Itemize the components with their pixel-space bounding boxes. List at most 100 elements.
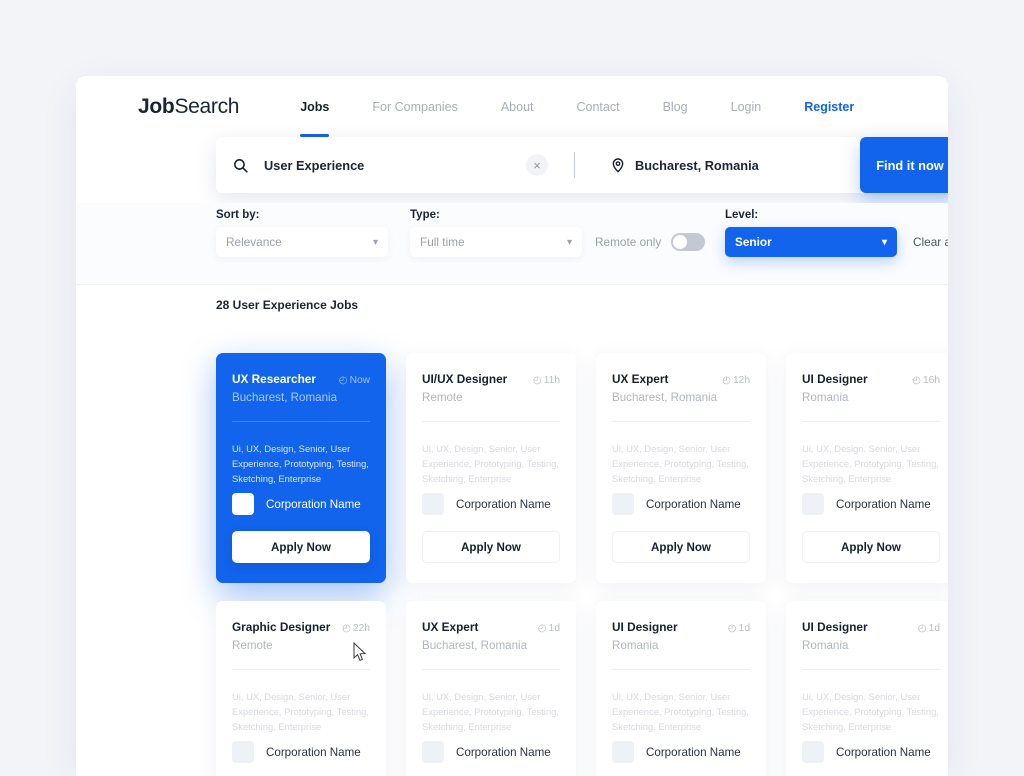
job-posted-value: 1d (738, 623, 750, 634)
job-card[interactable]: UX Researcher ◴ Now Bucharest, Romania Ui, U… (216, 353, 386, 583)
sort-by-select[interactable]: Relevance ▾ (216, 227, 388, 257)
job-card-divider (422, 421, 560, 422)
app-panel: JobSearch Jobs For Companies About Conta… (76, 76, 948, 776)
clock-icon: ◴ (912, 375, 921, 386)
level-label: Level: (725, 209, 759, 221)
apply-now-button[interactable]: Apply Now (422, 531, 560, 563)
company-logo-icon (422, 741, 444, 763)
level-value: Senior (735, 235, 772, 249)
job-tags: Ui, UX, Design, Senior, User Experience,… (422, 691, 559, 733)
keyword-input[interactable]: User Experience (264, 158, 364, 173)
clock-icon: ◴ (722, 375, 731, 386)
job-title: UI Designer (802, 372, 868, 386)
mouse-cursor (353, 642, 367, 662)
job-title: Graphic Designer (232, 620, 331, 634)
job-card-divider (802, 421, 940, 422)
type-select[interactable]: Full time ▾ (410, 227, 582, 257)
job-tags: Ui, UX, Design, Senior, User Experience,… (802, 443, 939, 485)
apply-now-button[interactable]: Apply Now (232, 531, 370, 563)
toggle-knob (673, 235, 688, 249)
nav-item-blog[interactable]: Blog (663, 76, 688, 137)
clear-all-button[interactable]: Clear all (913, 227, 948, 257)
company-name: Corporation Name (646, 497, 741, 511)
job-company: Corporation Name (802, 741, 931, 763)
type-label: Type: (410, 209, 440, 221)
job-posted-time: ◴ Now (339, 375, 370, 386)
site-header: JobSearch Jobs For Companies About Conta… (76, 76, 948, 137)
job-tags: Ui, UX, Design, Senior, User Experience,… (802, 691, 939, 733)
nav-item-contact[interactable]: Contact (577, 76, 620, 137)
job-tags: Ui, UX, Design, Senior, User Experience,… (422, 443, 559, 485)
job-company: Corporation Name (232, 741, 361, 763)
remote-only-toggle[interactable] (671, 233, 706, 251)
job-card[interactable]: UX Expert ◴ 1d Bucharest, Romania Ui, UX, De… (406, 601, 576, 776)
job-location: Bucharest, Romania (612, 391, 718, 404)
nav-item-login[interactable]: Login (731, 76, 762, 137)
job-posted-value: 1d (548, 623, 560, 634)
job-posted-time: ◴ 11h (533, 375, 560, 386)
clock-icon: ◴ (917, 623, 927, 634)
map-pin-icon (601, 157, 635, 173)
job-card-head: UI Designer ◴ 1d (802, 620, 940, 634)
chevron-down-icon: ▾ (881, 236, 887, 248)
job-card-head: UI Designer ◴ 16h (802, 372, 940, 386)
job-company: Corporation Name (232, 493, 361, 515)
job-posted-time: ◴ 1d (538, 623, 560, 634)
job-card-grid: UX Researcher ◴ Now Bucharest, Romania Ui, U… (216, 353, 948, 776)
find-it-now-button[interactable]: Find it now (860, 137, 948, 193)
company-logo-icon (232, 493, 254, 515)
location-field[interactable]: Bucharest, Romania (601, 137, 759, 193)
filter-band: Sort by: Relevance ▾ Type: Full time ▾ R… (76, 203, 948, 285)
company-name: Corporation Name (266, 745, 361, 759)
sort-by-value: Relevance (226, 235, 282, 249)
job-location: Remote (422, 391, 463, 404)
job-location: Bucharest, Romania (422, 639, 528, 652)
clock-icon: ◴ (342, 623, 351, 634)
job-card[interactable]: UI Designer ◴ 1d Romania Ui, UX, Design, Sen… (596, 601, 766, 776)
job-location: Romania (802, 391, 849, 404)
job-title: UX Researcher (232, 372, 316, 386)
brand-logo[interactable]: JobSearch (138, 95, 239, 119)
nav-item-jobs[interactable]: Jobs (300, 76, 330, 137)
nav-item-for-companies[interactable]: For Companies (372, 76, 457, 137)
job-posted-value: 11h (543, 375, 560, 386)
job-card[interactable]: UX Expert ◴ 12h Bucharest, Romania Ui, UX, D… (596, 353, 766, 583)
main-nav: Jobs For Companies About Contact Blog Lo… (300, 76, 854, 137)
job-card[interactable]: UI/UX Designer ◴ 11h Remote Ui, UX, Design, … (406, 353, 576, 583)
company-name: Corporation Name (456, 745, 551, 759)
job-tags: Ui, UX, Design, Senior, User Experience,… (232, 443, 369, 485)
company-logo-icon (802, 741, 824, 763)
job-posted-time: ◴ 22h (342, 623, 370, 634)
job-card-head: UX Expert ◴ 1d (422, 620, 560, 634)
job-title: UI Designer (802, 620, 868, 634)
job-card[interactable]: UI Designer ◴ 16h Romania Ui, UX, Design, Se… (786, 353, 948, 583)
nav-item-register[interactable]: Register (804, 76, 854, 137)
search-bar: User Experience × Bucharest, Romania × F… (216, 137, 948, 193)
job-card[interactable]: Graphic Designer ◴ 22h Remote Ui, UX, Design… (216, 601, 386, 776)
apply-now-button[interactable]: Apply Now (612, 531, 750, 563)
job-card-divider (612, 669, 750, 670)
remote-only-filter[interactable]: Remote only (595, 227, 706, 257)
location-input[interactable]: Bucharest, Romania (635, 158, 759, 173)
job-posted-time: ◴ 1d (728, 623, 750, 634)
job-company: Corporation Name (422, 741, 551, 763)
type-value: Full time (420, 235, 465, 249)
clock-icon: ◴ (338, 375, 348, 386)
keyword-clear-icon[interactable]: × (526, 154, 548, 176)
apply-now-button[interactable]: Apply Now (802, 531, 940, 563)
remote-only-label: Remote only (595, 235, 662, 249)
job-posted-value: 1d (928, 623, 940, 634)
job-posted-value: Now (349, 375, 370, 386)
brand-logo-bold: Job (138, 94, 175, 118)
clock-icon: ◴ (727, 623, 737, 634)
company-name: Corporation Name (456, 497, 551, 511)
nav-item-about[interactable]: About (501, 76, 534, 137)
job-title: UI Designer (612, 620, 678, 634)
level-select[interactable]: Senior ▾ (725, 227, 897, 257)
company-name: Corporation Name (836, 497, 931, 511)
job-card[interactable]: UI Designer ◴ 1d Romania Ui, UX, Design, Sen… (786, 601, 948, 776)
clock-icon: ◴ (537, 623, 547, 634)
keyword-field[interactable]: User Experience (216, 137, 526, 193)
job-card-head: Graphic Designer ◴ 22h (232, 620, 370, 634)
job-title: UX Expert (612, 372, 669, 386)
